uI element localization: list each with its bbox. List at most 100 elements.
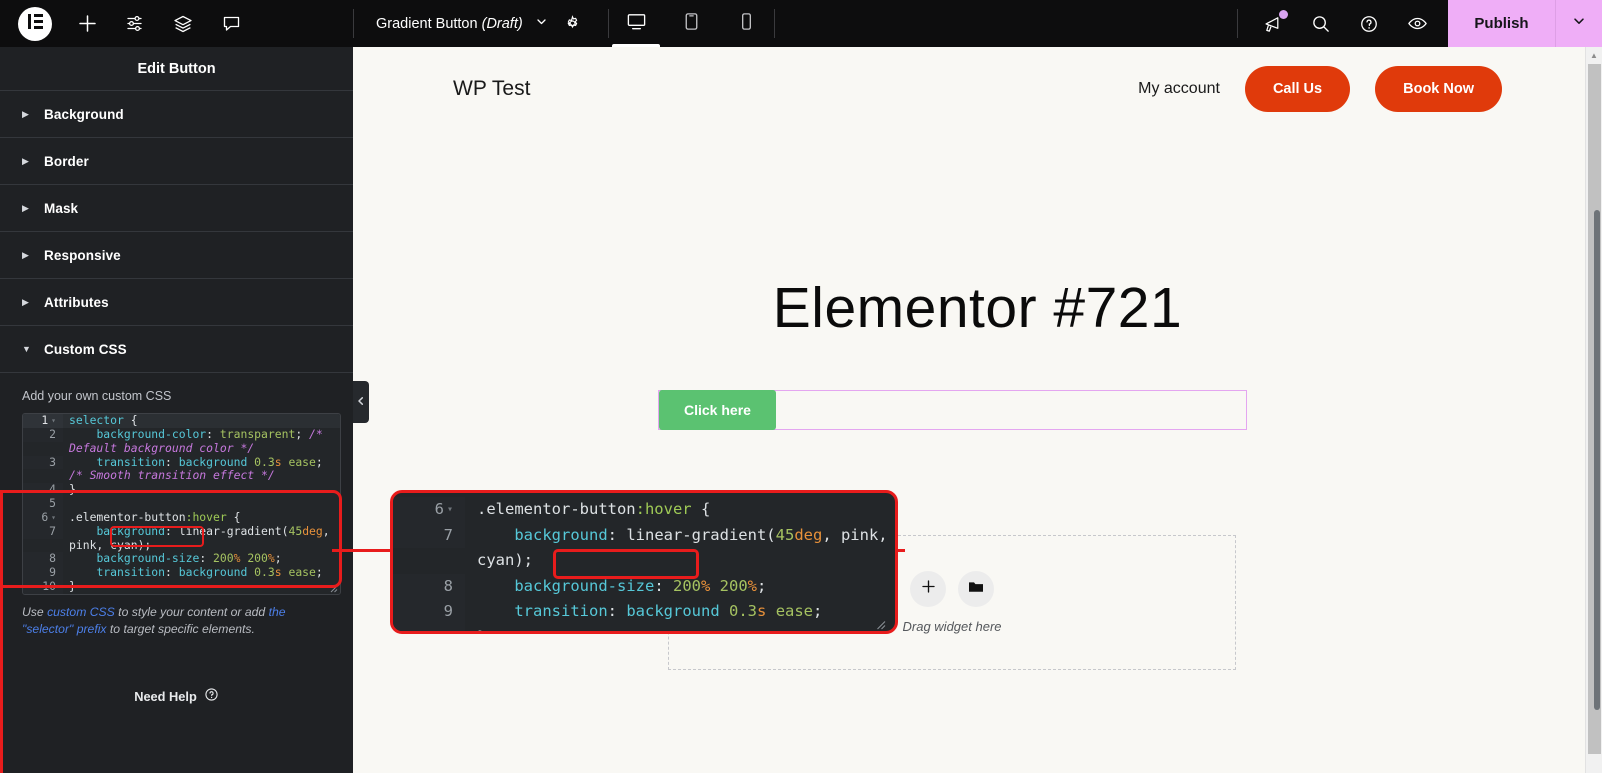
need-help-label: Need Help xyxy=(134,688,197,704)
add-element-button[interactable] xyxy=(74,11,100,37)
code-line[interactable]: 9 transition: background 0.3s ease; xyxy=(393,599,895,625)
site-nav: My account Call Us Book Now xyxy=(1138,65,1502,112)
document-title[interactable]: Gradient Button (Draft) xyxy=(376,16,523,32)
click-here-button[interactable]: Click here xyxy=(659,390,776,430)
code-line[interactable]: 6 ▾ .elementor-button:hover { xyxy=(393,497,895,523)
monitor-icon xyxy=(626,11,647,37)
code-line-text: } xyxy=(69,578,76,593)
code-line-number: 10 xyxy=(393,624,465,631)
publish-options-button[interactable] xyxy=(1555,0,1602,47)
custom-css-help-fragment: Use xyxy=(22,604,48,619)
triangle-right-icon: ▶ xyxy=(22,202,29,213)
code-line-number: 5 xyxy=(23,496,63,511)
device-tab-desktop[interactable] xyxy=(609,0,664,47)
toolbar-right-group xyxy=(1238,0,1448,47)
triangle-right-icon: ▶ xyxy=(22,108,29,119)
sidebar-scrollbar-thumb[interactable] xyxy=(1594,210,1600,710)
custom-css-help-fragment: to style your content or add xyxy=(114,604,269,619)
panel-collapse-handle[interactable] xyxy=(353,381,369,423)
edit-panel-sidebar: Edit Button ▶ Background ▶ Border ▶ Mask… xyxy=(0,47,353,773)
sidebar-section-mask[interactable]: ▶ Mask xyxy=(0,185,353,232)
sidebar-section-label: Responsive xyxy=(44,247,121,263)
publish-button[interactable]: Publish xyxy=(1448,0,1555,47)
elementor-logo-button[interactable] xyxy=(18,6,52,41)
sidebar-section-background[interactable]: ▶ Background xyxy=(0,91,353,138)
code-line[interactable]: 6 ▾ .elementor-button:hover { xyxy=(23,509,340,525)
comments-button[interactable] xyxy=(218,11,244,37)
nav-link-my-account[interactable]: My account xyxy=(1138,80,1220,98)
cta-call-us-button[interactable]: Call Us xyxy=(1244,65,1351,112)
code-line-number: 10 xyxy=(23,579,63,594)
help-button[interactable] xyxy=(1356,11,1382,37)
code-line-text: .elementor-button:hover { xyxy=(69,509,241,524)
custom-css-body: Add your own custom CSS 1 ▾ selector {2 ba… xyxy=(0,373,353,638)
dropzone-templates-button[interactable] xyxy=(958,571,994,607)
comment-icon xyxy=(222,14,241,33)
custom-css-help-link[interactable]: custom CSS xyxy=(47,605,115,619)
code-line-number: 1 ▾ xyxy=(23,414,63,428)
document-title-text: Gradient Button xyxy=(376,15,478,32)
site-header: WP Test My account Call Us Book Now xyxy=(353,47,1602,130)
code-line-text: } xyxy=(69,482,76,497)
elementor-editor: Gradient Button (Draft) Publish Edit But… xyxy=(0,0,1602,773)
custom-css-code-editor[interactable]: 1 ▾ selector {2 background-color: transpar… xyxy=(22,413,341,595)
page-settings-button[interactable] xyxy=(560,11,586,37)
code-line-text: background-color: transparent; /* Defaul… xyxy=(69,427,330,455)
eye-icon xyxy=(1407,13,1428,34)
editor-canvas: WP Test My account Call Us Book Now Elem… xyxy=(353,47,1602,773)
structure-layers-button[interactable] xyxy=(170,11,196,37)
code-line[interactable]: 9 transition: background 0.3s ease; xyxy=(23,565,340,580)
code-line[interactable]: 4} xyxy=(23,482,340,497)
dropzone-add-button[interactable] xyxy=(910,571,946,607)
gear-icon xyxy=(563,14,582,33)
code-line-number: 2 xyxy=(23,427,63,442)
need-help-button[interactable]: Need Help xyxy=(0,687,353,705)
sidebar-section-custom-css[interactable]: ▼ Custom CSS xyxy=(0,326,353,373)
selected-widget-container[interactable]: Click here xyxy=(658,390,1247,430)
elementor-logo-icon xyxy=(27,13,44,35)
code-line[interactable]: 7 background: linear-gradient(45deg, pin… xyxy=(23,524,340,553)
code-line-number: 9 xyxy=(393,599,465,625)
sidebar-section-responsive[interactable]: ▶ Responsive xyxy=(0,232,353,279)
notification-badge xyxy=(1279,9,1288,19)
code-line-text: background-size: 200% 200%; xyxy=(96,551,282,566)
code-line[interactable]: 7 background: linear-gradient(45deg, pin… xyxy=(393,522,895,574)
dropzone-actions xyxy=(910,571,994,607)
code-line[interactable]: 2 background-color: transparent; /* Defa… xyxy=(23,427,340,456)
code-fold-icon[interactable]: ▾ xyxy=(447,497,453,522)
code-line-number: 8 xyxy=(23,552,63,567)
code-line-text: selector { xyxy=(69,413,138,427)
document-status-text: (Draft) xyxy=(481,15,523,32)
document-group: Gradient Button (Draft) xyxy=(354,0,608,47)
sidebar-section-border[interactable]: ▶ Border xyxy=(0,138,353,185)
whats-new-button[interactable] xyxy=(1260,9,1288,37)
code-line[interactable]: 1 ▾ selector { xyxy=(23,414,340,428)
sidebar-section-label: Mask xyxy=(44,200,79,216)
code-fold-icon[interactable]: ▾ xyxy=(51,511,56,525)
sidebar-section-attributes[interactable]: ▶ Attributes xyxy=(0,279,353,326)
code-line[interactable]: 10} xyxy=(23,578,340,594)
finder-search-button[interactable] xyxy=(1308,11,1334,37)
code-line[interactable]: 3 transition: background 0.3s ease; /* S… xyxy=(23,455,340,484)
device-tab-mobile[interactable] xyxy=(719,0,774,47)
code-line-text: background-size: 200% 200%; xyxy=(514,576,767,595)
callout-code-block: 6 ▾ .elementor-button:hover {7 background:… xyxy=(393,493,895,631)
code-line[interactable]: 8 background-size: 200% 200%; xyxy=(23,551,340,567)
preview-changes-button[interactable] xyxy=(1404,11,1430,37)
question-circle-icon xyxy=(1359,14,1379,34)
sidebar-section-label: Custom CSS xyxy=(44,341,127,357)
resize-handle-icon[interactable] xyxy=(328,583,338,593)
code-fold-icon[interactable]: ▾ xyxy=(51,414,56,428)
tablet-icon xyxy=(681,11,702,37)
site-settings-button[interactable] xyxy=(122,11,148,37)
code-line[interactable]: 10} xyxy=(393,624,895,631)
device-tab-tablet[interactable] xyxy=(664,0,719,47)
code-line[interactable]: 5 xyxy=(23,496,340,511)
cta-book-now-button[interactable]: Book Now xyxy=(1375,65,1502,112)
code-line[interactable]: 8 background-size: 200% 200%; xyxy=(393,573,895,599)
chevron-down-icon[interactable] xyxy=(535,15,548,33)
code-line-number: 8 xyxy=(393,573,465,599)
triangle-up-icon[interactable]: ▲ xyxy=(1586,47,1602,64)
site-logo[interactable]: WP Test xyxy=(453,77,530,101)
